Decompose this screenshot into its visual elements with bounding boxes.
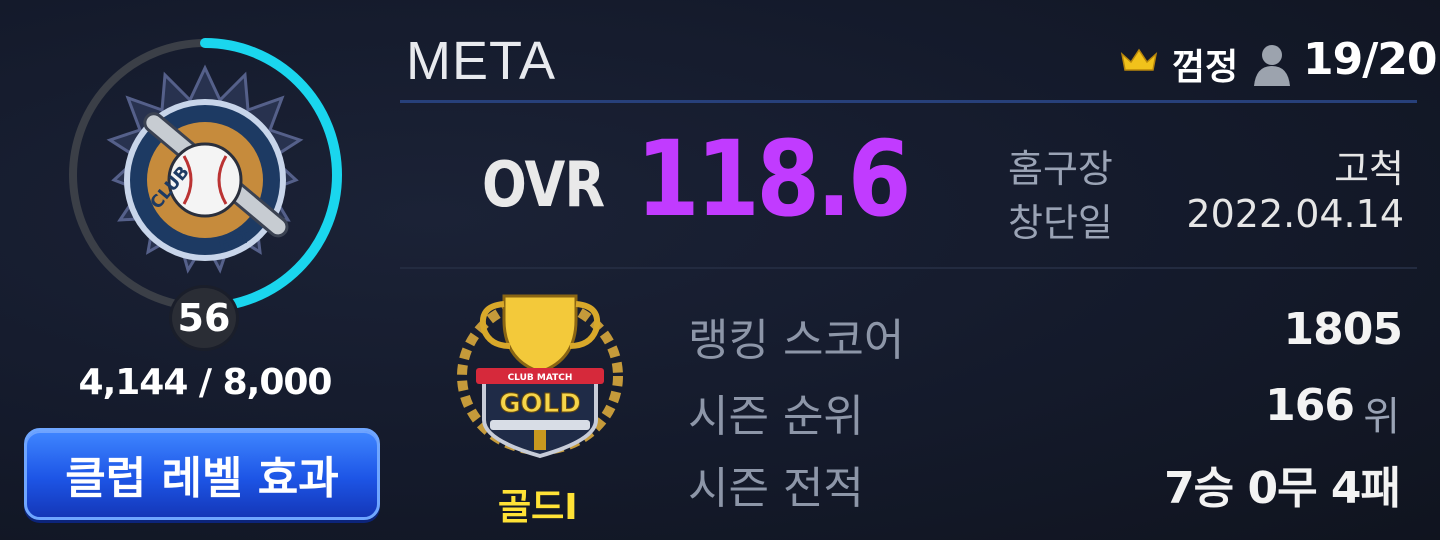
member-count: 19/20 xyxy=(1303,34,1438,85)
rank-score-value: 1805 xyxy=(1283,304,1403,355)
club-level-effect-button[interactable]: 클럽 레벨 효과 xyxy=(24,428,380,520)
gold-trophy-icon[interactable]: CLUB MATCH GOLD xyxy=(454,280,626,470)
ovr-label: OVR xyxy=(482,148,605,221)
header-divider xyxy=(400,100,1417,103)
season-rank-value: 166 xyxy=(1265,380,1355,431)
founded-value: 2022.04.14 xyxy=(1186,192,1404,236)
club-name: META xyxy=(406,31,556,91)
rank-score-label: 랭킹 스코어 xyxy=(688,315,905,366)
season-rank-unit: 위 xyxy=(1363,394,1400,440)
ovr-value: 118.6 xyxy=(636,118,911,240)
tier-emblem-main: GOLD xyxy=(499,389,581,419)
tier-name: 골드I xyxy=(498,487,578,528)
club-emblem-xp-ring[interactable]: CLUB HIT xyxy=(60,30,350,320)
crown-icon xyxy=(1120,48,1158,71)
founded-label: 창단일 xyxy=(1008,201,1113,245)
club-level-badge: 56 xyxy=(172,288,236,348)
stadium-label: 홈구장 xyxy=(1008,147,1113,191)
season-rank-label: 시즌 순위 xyxy=(688,391,864,442)
person-icon xyxy=(1254,45,1290,86)
section-divider xyxy=(400,267,1417,269)
stadium-value: 고척 xyxy=(1334,147,1404,191)
club-leader-name: 껌정 xyxy=(1172,47,1239,88)
club-xp-text: 4,144 / 8,000 xyxy=(78,362,333,403)
season-record-value: 7승 0무 4패 xyxy=(1164,463,1401,514)
tier-emblem-top: CLUB MATCH xyxy=(508,373,573,383)
season-record-label: 시즌 전적 xyxy=(688,463,864,514)
club-emblem: CLUB HIT xyxy=(106,64,304,274)
